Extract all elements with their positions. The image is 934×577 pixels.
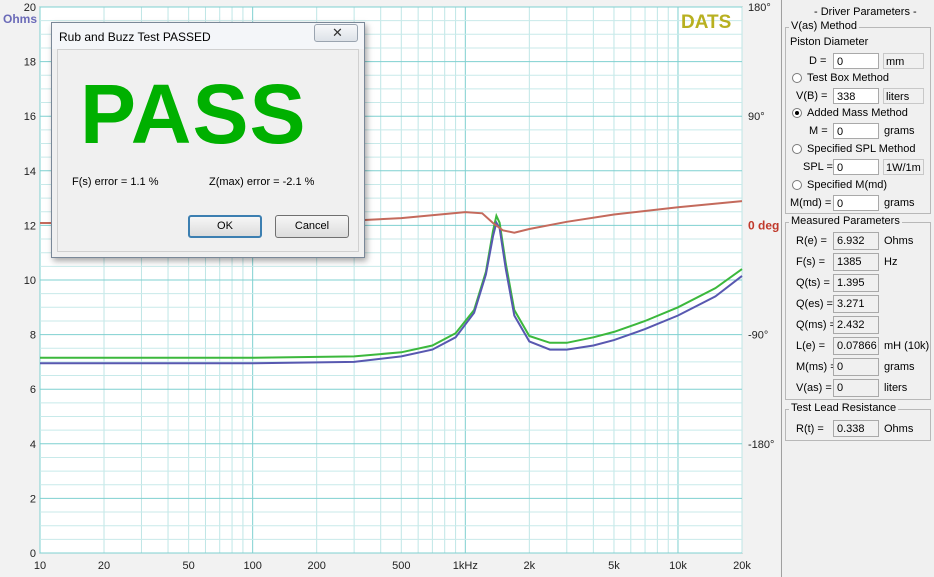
panel-title: - Driver Parameters - — [814, 6, 917, 18]
test-box-label[interactable]: Test Box Method — [807, 72, 889, 84]
brand-logo: DATS — [681, 12, 731, 33]
measured-parameters-title: Measured Parameters — [789, 215, 902, 227]
measured-unit: mH (10k) — [884, 340, 930, 352]
x-tick-label: 2k — [524, 560, 536, 572]
x-tick-label: 50 — [183, 560, 195, 572]
measured-label: L(e) = — [796, 340, 826, 352]
measured-value-field[interactable]: 6.932 — [833, 232, 879, 250]
left-axis-unit: Ohms — [3, 12, 37, 26]
x-tick-label: 10 — [34, 560, 46, 572]
specified-mmd-label[interactable]: Specified M(md) — [807, 179, 887, 191]
phase-tick-label: -180° — [748, 439, 774, 451]
x-tick-label: 1kHz — [453, 560, 478, 572]
dialog-body: PASS F(s) error = 1.1 % Z(max) error = -… — [57, 49, 359, 252]
y-tick-label: 0 — [30, 548, 36, 560]
cancel-button[interactable]: Cancel — [275, 215, 349, 238]
measured-label: Q(es) = — [796, 298, 833, 310]
measured-value-field[interactable]: 2.432 — [833, 316, 879, 334]
measured-value-field[interactable]: 1385 — [833, 253, 879, 271]
d-field[interactable]: 0 — [833, 53, 879, 69]
x-tick-label: 5k — [608, 560, 620, 572]
measured-unit: Ohms — [884, 235, 914, 247]
y-tick-label: 6 — [30, 384, 36, 396]
m-unit: grams — [884, 125, 915, 137]
measured-value-field[interactable]: 1.395 — [833, 274, 879, 292]
driver-parameters-panel: - Driver Parameters - V(as) Method Pisto… — [781, 0, 934, 577]
pass-result-text: PASS — [80, 67, 307, 161]
zmax-error-text: Z(max) error = -2.1 % — [209, 176, 315, 188]
y-tick-label: 2 — [30, 493, 36, 505]
test-box-radio[interactable] — [792, 73, 802, 83]
rt-field[interactable]: 0.338 — [833, 420, 879, 437]
phase-tick-label: 0 deg — [748, 218, 779, 232]
phase-tick-label: -90° — [748, 330, 768, 342]
y-tick-label: 18 — [24, 57, 36, 69]
measured-value-field[interactable]: 0.07866 — [833, 337, 879, 355]
m-field[interactable]: 0 — [833, 123, 879, 139]
dialog-title: Rub and Buzz Test PASSED — [59, 30, 211, 44]
close-button[interactable]: ✕ — [314, 24, 358, 42]
close-icon: ✕ — [332, 25, 343, 40]
y-tick-label: 8 — [30, 330, 36, 342]
ok-button[interactable]: OK — [188, 215, 262, 238]
vb-label: V(B) = — [796, 90, 828, 102]
y-tick-label: 12 — [24, 220, 36, 232]
x-tick-label: 20k — [733, 560, 751, 572]
y-tick-label: 4 — [30, 439, 36, 451]
m-label: M = — [809, 125, 828, 137]
x-tick-label: 100 — [243, 560, 261, 572]
test-lead-title: Test Lead Resistance — [789, 402, 899, 414]
measured-label: Q(ms) = — [796, 319, 837, 331]
rt-unit: Ohms — [884, 423, 914, 435]
dialog-titlebar[interactable]: Rub and Buzz Test PASSED ✕ — [52, 23, 364, 49]
y-tick-label: 14 — [24, 166, 36, 178]
phase-tick-label: 90° — [748, 111, 765, 123]
specified-spl-radio[interactable] — [792, 144, 802, 154]
added-mass-label[interactable]: Added Mass Method — [807, 107, 908, 119]
specified-spl-label[interactable]: Specified SPL Method — [807, 143, 915, 155]
measured-label: F(s) = — [796, 256, 826, 268]
measured-unit: grams — [884, 361, 915, 373]
spl-label: SPL = — [803, 161, 833, 173]
d-unit: mm — [883, 53, 924, 69]
piston-diameter-label: Piston Diameter — [790, 36, 869, 48]
added-mass-radio[interactable] — [792, 108, 802, 118]
mmd-field[interactable]: 0 — [833, 195, 879, 211]
measured-unit: Hz — [884, 256, 898, 268]
mmd-unit: grams — [884, 197, 915, 209]
y-tick-label: 16 — [24, 111, 36, 123]
specified-mmd-radio[interactable] — [792, 180, 802, 190]
fs-error-text: F(s) error = 1.1 % — [72, 176, 159, 188]
x-tick-label: 10k — [669, 560, 687, 572]
spl-field[interactable]: 0 — [833, 159, 879, 175]
spl-unit: 1W/1m — [883, 159, 924, 175]
measured-value-field[interactable]: 0 — [833, 358, 879, 376]
phase-tick-label: 180° — [748, 2, 771, 14]
d-label: D = — [809, 55, 827, 67]
rt-label: R(t) = — [796, 423, 824, 435]
vb-unit: liters — [883, 88, 924, 104]
measured-value-field[interactable]: 0 — [833, 379, 879, 397]
measured-label: R(e) = — [796, 235, 827, 247]
measured-label: V(as) = — [796, 382, 832, 394]
x-tick-label: 20 — [98, 560, 110, 572]
x-tick-label: 200 — [307, 560, 325, 572]
measured-label: M(ms) = — [796, 361, 837, 373]
measured-label: Q(ts) = — [796, 277, 830, 289]
mmd-label: M(md) = — [790, 197, 832, 209]
y-tick-label: 10 — [24, 275, 36, 287]
vb-field[interactable]: 338 — [833, 88, 879, 104]
measured-value-field[interactable]: 3.271 — [833, 295, 879, 313]
rub-buzz-dialog: Rub and Buzz Test PASSED ✕ PASS F(s) err… — [51, 22, 365, 258]
measured-unit: liters — [884, 382, 908, 394]
vas-method-title: V(as) Method — [789, 20, 860, 32]
x-tick-label: 500 — [392, 560, 410, 572]
